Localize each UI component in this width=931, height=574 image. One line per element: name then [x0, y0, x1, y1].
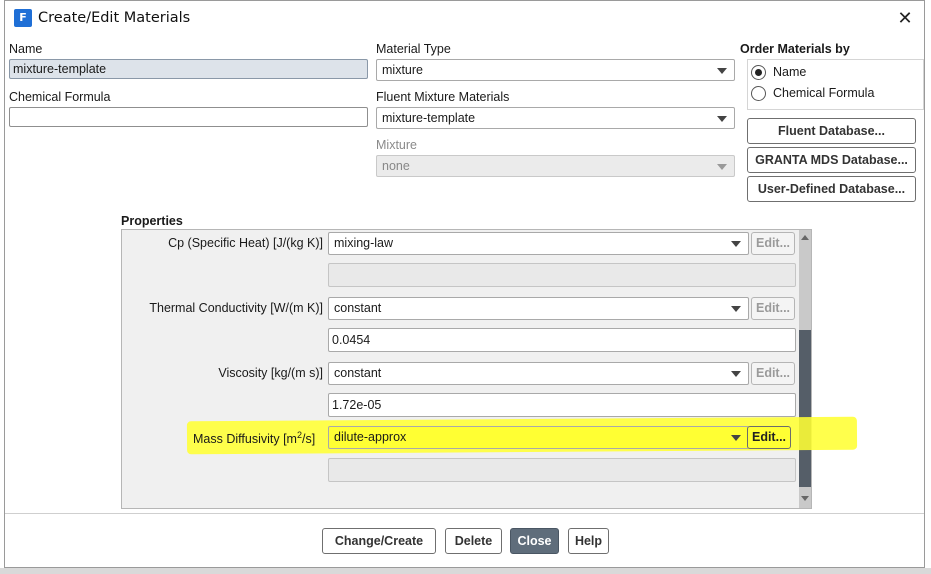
thermal-conductivity-value-input[interactable]: 0.0454	[328, 328, 796, 352]
fluent-app-icon: F	[14, 9, 32, 27]
viscosity-method-value: constant	[334, 366, 382, 380]
fluent-database-button[interactable]: Fluent Database...	[747, 118, 916, 144]
close-button[interactable]: Close	[510, 528, 559, 554]
order-materials-by-label: Order Materials by	[740, 42, 850, 56]
thermal-conductivity-label: Thermal Conductivity [W/(m K)]	[149, 301, 323, 315]
material-type-label: Material Type	[376, 42, 451, 56]
properties-panel: Cp (Specific Heat) [J/(kg K)] mixing-law…	[121, 229, 812, 509]
cp-value-field	[328, 263, 796, 287]
thermal-conductivity-method-value: constant	[334, 301, 382, 315]
chevron-down-icon	[731, 435, 741, 441]
properties-heading: Properties	[121, 214, 183, 228]
thermal-conductivity-edit-button: Edit...	[751, 297, 795, 320]
scroll-up-arrow-icon[interactable]	[801, 235, 809, 240]
cp-method-dropdown[interactable]: mixing-law	[328, 232, 749, 255]
mixture-dropdown: none	[376, 155, 735, 177]
scroll-down-arrow-icon[interactable]	[801, 496, 809, 501]
properties-scrollbar[interactable]	[799, 230, 811, 508]
viscosity-label: Viscosity [kg/(m s)]	[218, 366, 323, 380]
chevron-down-icon	[717, 116, 727, 122]
cp-edit-button: Edit...	[751, 232, 795, 255]
help-button[interactable]: Help	[568, 528, 609, 554]
material-type-dropdown[interactable]: mixture	[376, 59, 735, 81]
mass-diffusivity-value-field	[328, 458, 796, 482]
viscosity-edit-button: Edit...	[751, 362, 795, 385]
background-app-bottom	[0, 568, 931, 574]
viscosity-method-dropdown[interactable]: constant	[328, 362, 749, 385]
order-by-chemical-formula-label: Chemical Formula	[773, 86, 875, 100]
name-input[interactable]: mixture-template	[9, 59, 368, 79]
name-label: Name	[9, 42, 43, 56]
change-create-button[interactable]: Change/Create	[322, 528, 436, 554]
chevron-down-icon	[731, 371, 741, 377]
mass-diffusivity-label: Mass Diffusivity [m2/s]	[193, 430, 316, 447]
chevron-down-icon	[717, 68, 727, 74]
thermal-conductivity-method-dropdown[interactable]: constant	[328, 297, 749, 320]
fluent-mixture-materials-value: mixture-template	[382, 111, 476, 125]
mass-diffusivity-method-dropdown[interactable]: dilute-approx	[328, 426, 749, 449]
cp-method-value: mixing-law	[334, 236, 394, 250]
order-by-name-radio[interactable]	[751, 65, 766, 80]
fluent-mixture-materials-label: Fluent Mixture Materials	[376, 90, 510, 104]
chevron-down-icon	[731, 306, 741, 312]
cp-specific-heat-label: Cp (Specific Heat) [J/(kg K)]	[168, 236, 323, 250]
chemical-formula-input[interactable]	[9, 107, 368, 127]
chevron-down-icon	[731, 241, 741, 247]
order-by-name-label: Name	[773, 65, 807, 79]
mixture-value: none	[382, 159, 410, 173]
title-bar: F Create/Edit Materials ✕	[5, 1, 924, 35]
viscosity-value-input[interactable]: 1.72e-05	[328, 393, 796, 417]
close-icon[interactable]: ✕	[894, 7, 916, 29]
chevron-down-icon	[717, 164, 727, 170]
user-defined-database-button[interactable]: User-Defined Database...	[747, 176, 916, 202]
granta-mds-database-button[interactable]: GRANTA MDS Database...	[747, 147, 916, 173]
delete-button[interactable]: Delete	[445, 528, 502, 554]
chemical-formula-label: Chemical Formula	[9, 90, 111, 104]
footer-separator	[5, 513, 924, 514]
create-edit-materials-dialog: F Create/Edit Materials ✕ Name mixture-t…	[4, 0, 925, 568]
mass-diffusivity-edit-button[interactable]: Edit...	[747, 426, 791, 449]
order-by-chemical-formula-radio[interactable]	[751, 86, 766, 101]
mass-diffusivity-method-value: dilute-approx	[334, 430, 407, 444]
scroll-thumb[interactable]	[799, 330, 811, 487]
mixture-label: Mixture	[376, 138, 417, 152]
fluent-mixture-materials-dropdown[interactable]: mixture-template	[376, 107, 735, 129]
window-title: Create/Edit Materials	[38, 10, 191, 26]
material-type-value: mixture	[382, 63, 423, 77]
